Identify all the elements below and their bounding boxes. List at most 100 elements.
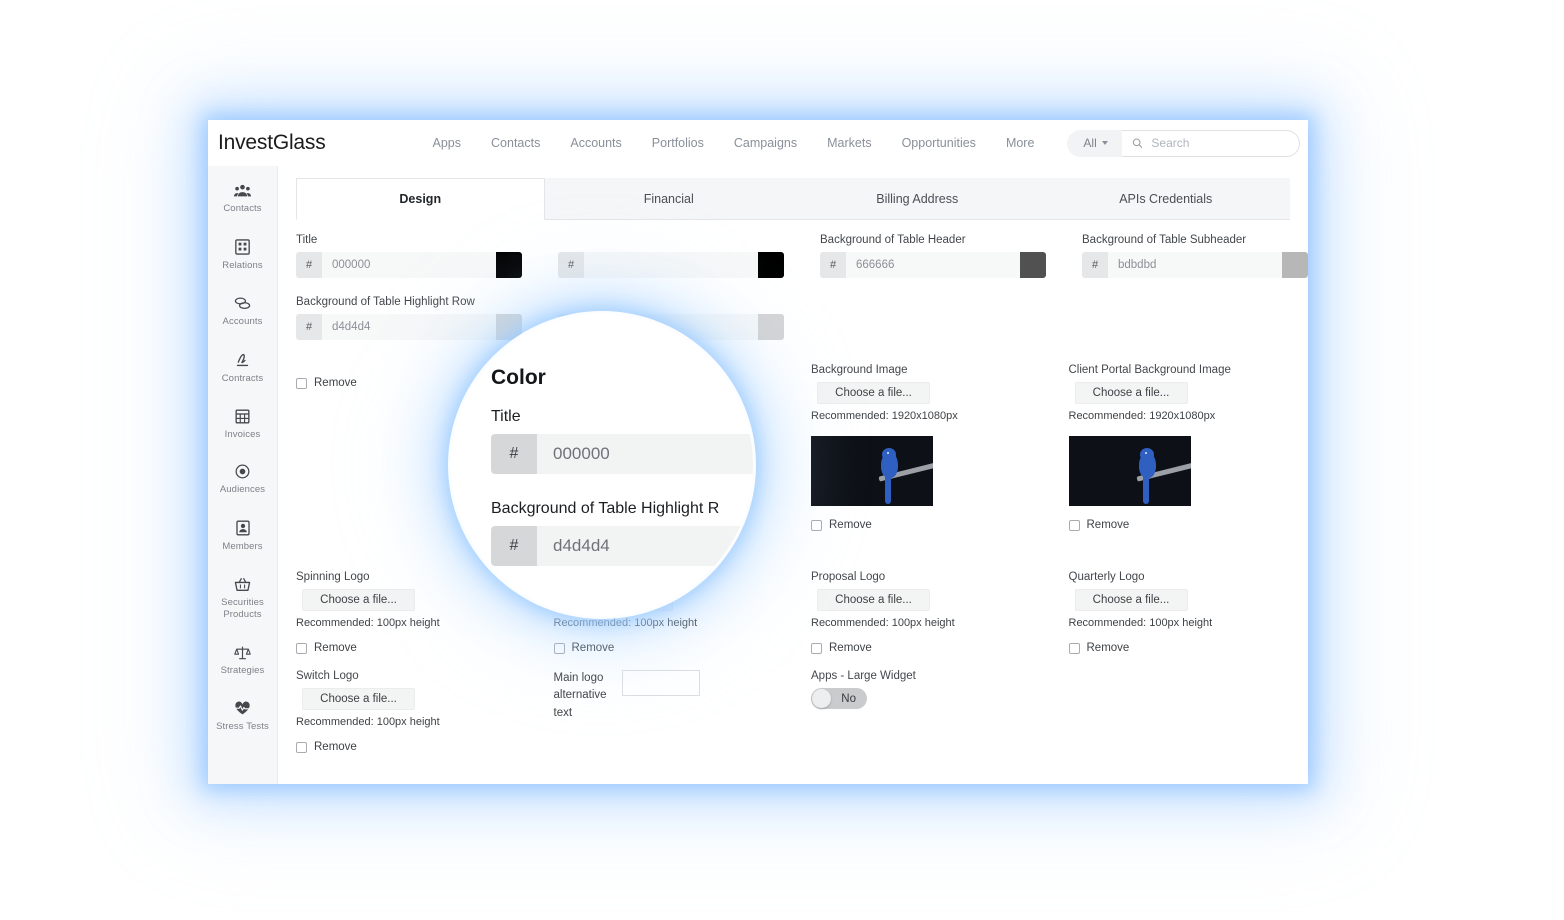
tab-apis-credentials[interactable]: APIs Credentials — [1041, 178, 1290, 219]
remove-row[interactable]: Remove — [553, 642, 776, 654]
sidebar-item-contacts[interactable]: Contacts — [208, 172, 277, 227]
sidebar-item-stress-tests[interactable]: Stress Tests — [208, 689, 277, 745]
color-field-table-highlight-row: Background of Table Highlight Row # — [296, 296, 522, 358]
remove-row[interactable]: Remove — [1068, 519, 1291, 531]
remove-checkbox[interactable] — [296, 377, 307, 389]
nav-item-more[interactable]: More — [991, 136, 1049, 150]
nav-item-markets[interactable]: Markets — [812, 136, 886, 150]
remove-checkbox[interactable] — [1068, 642, 1080, 654]
magnified-highlight-color-input-group[interactable]: # — [491, 526, 753, 566]
remove-label: Remove — [571, 642, 615, 654]
search-box[interactable] — [1121, 129, 1300, 157]
recommended-text: Recommended: 1920x1080px — [811, 410, 958, 422]
magnified-highlight-color-input[interactable] — [537, 526, 753, 566]
file-field-label: Proposal Logo — [811, 571, 886, 583]
magnified-title-label: Title — [491, 408, 521, 425]
magnified-title-color-input[interactable] — [537, 434, 753, 474]
hash-icon: # — [296, 252, 322, 278]
magnifier-content: Color Title # Background of Table Highli… — [491, 366, 753, 592]
file-field-background-image: Background Image Choose a file... Recomm… — [811, 364, 1033, 531]
remove-checkbox[interactable] — [1068, 519, 1080, 531]
remove-row[interactable]: Remove — [296, 741, 518, 753]
color-hex-input[interactable] — [584, 252, 758, 278]
sidebar-item-strategies[interactable]: Strategies — [208, 633, 277, 689]
file-fields-row-2: Spinning Logo Choose a file... Recommend… — [296, 571, 1290, 759]
choose-file-button[interactable]: Choose a file... — [302, 589, 415, 611]
sidebar-item-relations[interactable]: Relations — [208, 227, 277, 284]
remove-row[interactable]: Remove — [296, 642, 518, 654]
search-icon — [1132, 138, 1142, 148]
remove-label: Remove — [314, 642, 357, 654]
remove-row[interactable]: Remove — [1068, 642, 1291, 654]
remove-checkbox[interactable] — [296, 741, 307, 753]
color-hex-input[interactable] — [322, 314, 496, 340]
color-input-group[interactable]: # — [296, 252, 522, 278]
choose-file-button[interactable]: Choose a file... — [817, 382, 930, 404]
color-field-label — [558, 296, 784, 308]
color-hex-input[interactable] — [1108, 252, 1282, 278]
remove-checkbox[interactable] — [811, 642, 822, 654]
nav-item-campaigns[interactable]: Campaigns — [719, 136, 812, 150]
recommended-text: Recommended: 100px height — [553, 617, 698, 629]
sidebar-item-accounts[interactable]: Accounts — [208, 284, 277, 340]
color-field-table-header: Background of Table Header # — [820, 234, 1046, 296]
remove-checkbox[interactable] — [553, 642, 565, 654]
remove-checkbox[interactable] — [296, 642, 307, 654]
sidebar-item-members[interactable]: Members — [208, 508, 277, 565]
color-hex-input[interactable] — [846, 252, 1020, 278]
tab-billing-address[interactable]: Billing Address — [793, 178, 1042, 219]
apps-widget-label: Apps - Large Widget — [811, 670, 916, 682]
toggle-knob — [812, 689, 831, 708]
nav-item-accounts[interactable]: Accounts — [555, 136, 636, 150]
search-input[interactable] — [1149, 135, 1289, 151]
id-card-icon — [235, 520, 250, 536]
main-logo-alt-text-field: Main logo alternative text — [554, 670, 776, 722]
app-logo[interactable]: InvestGlass — [214, 131, 336, 155]
magnified-section-heading: Color — [491, 366, 546, 389]
invoice-icon — [235, 408, 250, 424]
sidebar-item-audiences[interactable]: Audiences — [208, 452, 277, 508]
choose-file-button[interactable]: Choose a file... — [817, 589, 930, 611]
color-input-group[interactable]: # — [296, 314, 522, 340]
nav-item-contacts[interactable]: Contacts — [476, 136, 555, 150]
remove-label: Remove — [829, 519, 872, 531]
color-input-group[interactable]: # — [1082, 252, 1308, 278]
chevron-down-icon — [1101, 141, 1108, 145]
color-swatch[interactable] — [1282, 252, 1308, 278]
alt-text-input[interactable] — [621, 670, 700, 696]
signature-icon — [235, 352, 250, 368]
bird-head-shape — [1139, 448, 1154, 461]
sidebar-item-contracts[interactable]: Contracts — [208, 340, 277, 397]
sidebar-item-label: Contracts — [221, 372, 264, 384]
search-scope-dropdown[interactable]: All — [1067, 129, 1122, 157]
color-swatch[interactable] — [758, 314, 784, 340]
remove-row[interactable]: Remove — [811, 642, 1033, 654]
choose-file-button[interactable]: Choose a file... — [302, 688, 415, 710]
sidebar-item-label: Stress Tests — [216, 720, 269, 732]
color-swatch[interactable] — [1020, 252, 1046, 278]
color-fields-row-2: Background of Table Highlight Row # # — [296, 296, 1290, 358]
sidebar-item-invoices[interactable]: Invoices — [208, 397, 277, 453]
magnifier-zoom-overlay: Color Title # Background of Table Highli… — [451, 314, 753, 616]
sidebar-item-securities-products[interactable]: Securities Products — [208, 565, 277, 633]
nav-item-opportunities[interactable]: Opportunities — [887, 136, 991, 150]
remove-checkbox[interactable] — [811, 519, 822, 531]
sidebar-item-label: Securities Products — [221, 597, 264, 620]
nav-item-portfolios[interactable]: Portfolios — [637, 136, 719, 150]
choose-file-button[interactable]: Choose a file... — [1074, 382, 1188, 404]
choose-file-button[interactable]: Choose a file... — [1074, 589, 1188, 611]
file-field-label: Switch Logo — [296, 670, 359, 682]
magnified-title-color-input-group[interactable]: # — [491, 434, 753, 474]
color-input-group[interactable]: # — [820, 252, 1046, 278]
tab-financial[interactable]: Financial — [544, 178, 793, 219]
color-swatch[interactable] — [496, 252, 522, 278]
tab-design[interactable]: Design — [296, 178, 545, 220]
apps-large-widget-toggle[interactable]: No — [811, 688, 867, 709]
color-input-group[interactable]: # — [558, 252, 784, 278]
nav-item-apps[interactable]: Apps — [418, 136, 477, 150]
color-swatch[interactable] — [496, 314, 522, 340]
color-hex-input[interactable] — [322, 252, 496, 278]
app-window: InvestGlass Apps Contacts Accounts Portf… — [208, 120, 1308, 784]
color-swatch[interactable] — [758, 252, 784, 278]
remove-row[interactable]: Remove — [811, 519, 1033, 531]
